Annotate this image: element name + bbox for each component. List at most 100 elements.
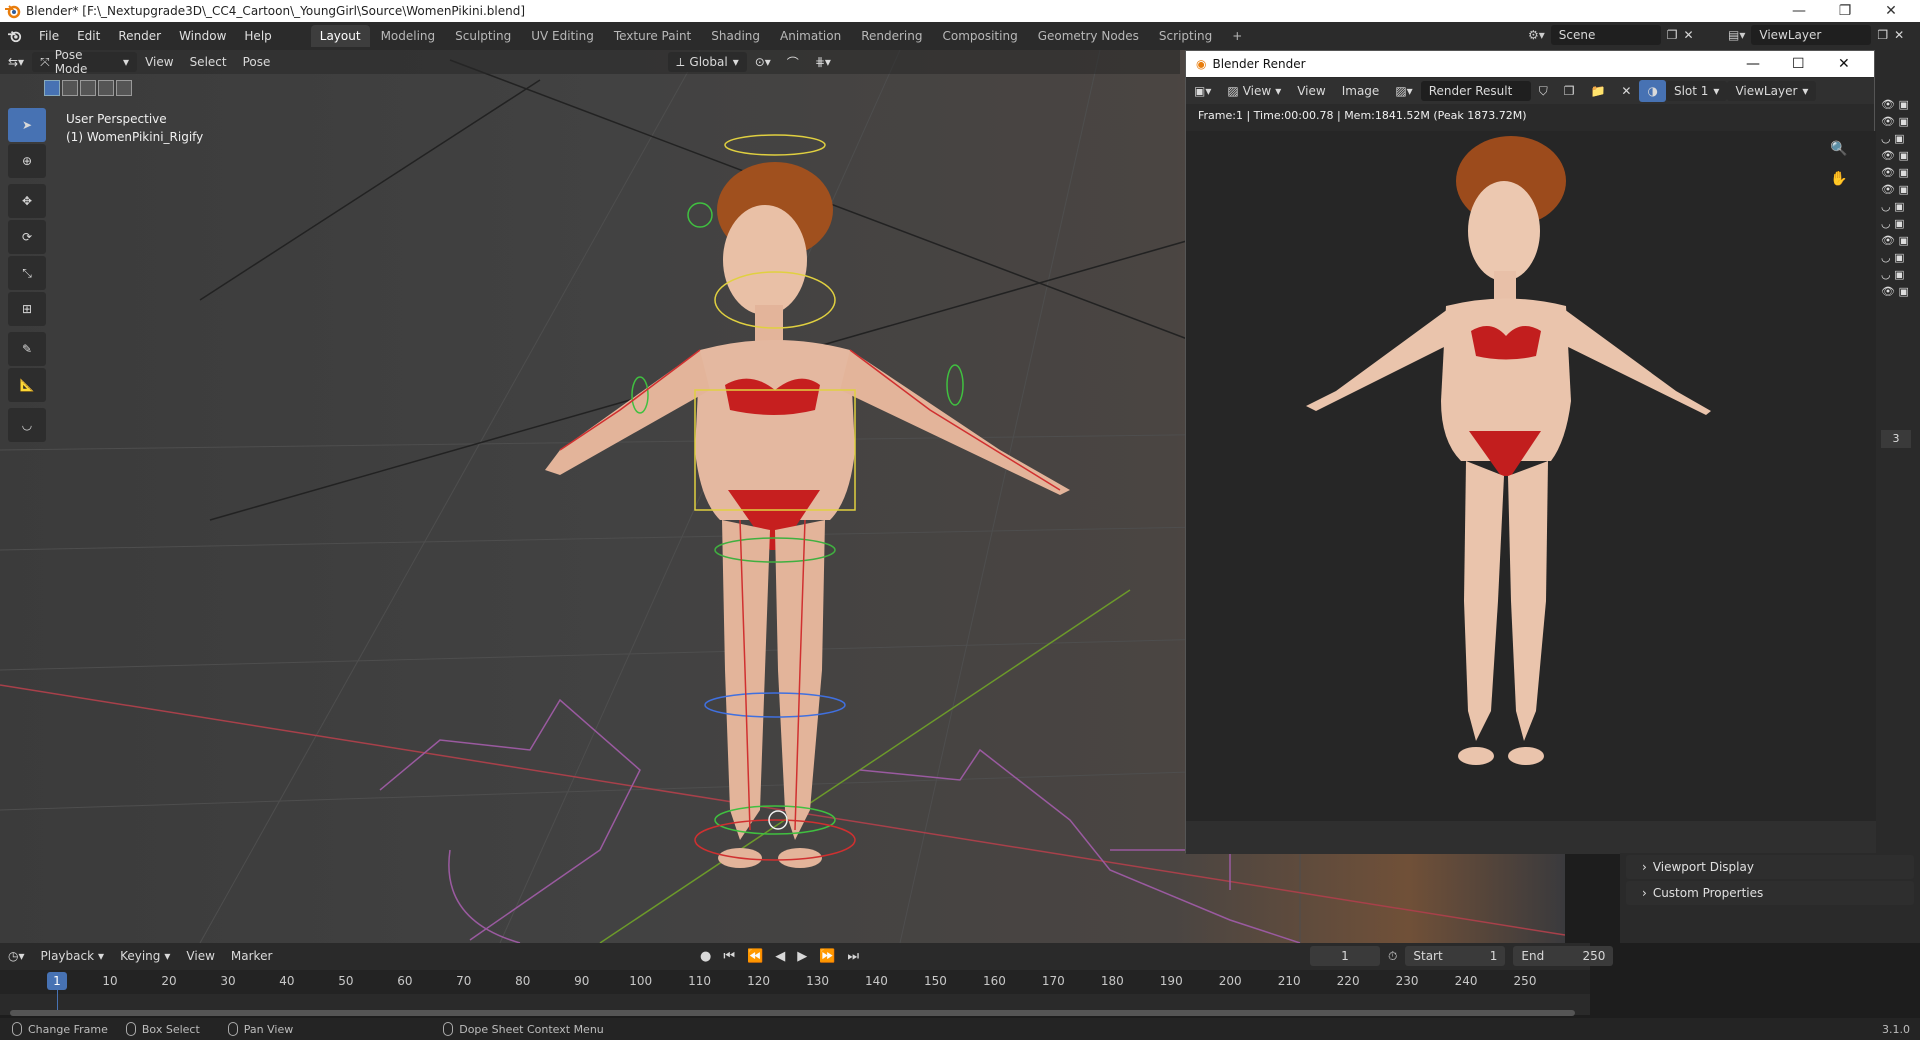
rotate-tool[interactable]: ⟳ — [8, 220, 46, 254]
eye-icon[interactable]: ◡ ▣ — [1881, 268, 1909, 281]
menu-pose[interactable]: Pose — [235, 51, 279, 73]
transform-tool[interactable]: ⊞ — [8, 292, 46, 326]
select-new-icon[interactable] — [44, 80, 60, 96]
current-frame-field[interactable]: 1 — [1310, 946, 1380, 966]
unlink-image-icon[interactable]: ✕ — [1613, 80, 1639, 102]
mode-dropdown[interactable]: ⤧ Pose Mode ▾ — [32, 48, 138, 76]
timeline-ruler[interactable]: 10 20 30 40 50 60 70 80 90 100 110 120 130 140 150 160 1… — [0, 970, 1590, 994]
menu-render[interactable]: Render — [109, 22, 170, 50]
viewlayer-field[interactable]: ViewLayer — [1751, 25, 1872, 45]
end-frame-field[interactable]: End 250 — [1513, 946, 1614, 966]
tab-modeling[interactable]: Modeling — [372, 25, 445, 47]
eye-icon[interactable]: 👁 ▣ — [1881, 285, 1909, 298]
scale-tool[interactable]: ⤡ — [8, 256, 46, 290]
tab-uv-editing[interactable]: UV Editing — [522, 25, 603, 47]
select-invert-icon[interactable] — [98, 80, 114, 96]
select-intersect-icon[interactable] — [116, 80, 132, 96]
eye-icon[interactable]: ◡ ▣ — [1881, 217, 1909, 230]
minimize-button[interactable]: — — [1776, 0, 1822, 22]
menu-marker[interactable]: Marker — [223, 945, 280, 967]
new-scene-icon[interactable]: ❐ — [1667, 28, 1678, 42]
jump-start-icon[interactable]: ⏮ — [723, 949, 735, 964]
prev-keyframe-icon[interactable]: ⏪ — [747, 949, 763, 964]
eye-icon[interactable]: ◡ ▣ — [1881, 132, 1909, 145]
eye-icon[interactable]: 👁 ▣ — [1881, 234, 1909, 247]
editor-type-icon[interactable]: ⇆▾ — [0, 51, 32, 73]
tab-sculpting[interactable]: Sculpting — [446, 25, 520, 47]
snap-settings-icon[interactable]: ⋕▾ — [807, 51, 839, 73]
image-browse-icon[interactable]: ▨▾ — [1387, 80, 1420, 102]
menu-playback[interactable]: Playback ▾ — [33, 945, 113, 967]
play-reverse-icon[interactable]: ◀ — [775, 949, 785, 964]
next-keyframe-icon[interactable]: ⏩ — [819, 949, 835, 964]
menu-window[interactable]: Window — [170, 22, 235, 50]
select-subtract-icon[interactable] — [80, 80, 96, 96]
select-extend-icon[interactable] — [62, 80, 78, 96]
fake-user-icon[interactable]: ⛉ — [1531, 80, 1556, 102]
blender-menu-icon[interactable] — [0, 29, 30, 43]
new-image-icon[interactable]: ❐ — [1556, 80, 1583, 102]
annotate-tool[interactable]: ✎ — [8, 332, 46, 366]
record-icon[interactable]: ● — [700, 949, 711, 964]
eye-icon[interactable]: 👁 ▣ — [1881, 98, 1909, 111]
start-frame-field[interactable]: Start 1 — [1405, 946, 1506, 966]
minimize-button[interactable]: — — [1746, 56, 1760, 72]
menu-image[interactable]: Image — [1334, 80, 1388, 102]
menu-help[interactable]: Help — [235, 22, 280, 50]
open-image-icon[interactable]: 📁 — [1582, 80, 1613, 102]
menu-view[interactable]: View — [1289, 80, 1333, 102]
panel-custom-properties[interactable]: › Custom Properties — [1626, 881, 1914, 905]
play-icon[interactable]: ▶ — [797, 949, 807, 964]
render-result-canvas[interactable]: 🔍 ✋ — [1186, 131, 1876, 821]
playhead[interactable]: 1 — [47, 972, 67, 990]
menu-view[interactable]: View — [178, 945, 222, 967]
tab-animation[interactable]: Animation — [771, 25, 850, 47]
pivot-icon[interactable]: ⊙▾ — [747, 51, 779, 73]
cursor-tool[interactable]: ⊕ — [8, 144, 46, 178]
add-workspace-icon[interactable]: + — [1223, 25, 1251, 47]
menu-edit[interactable]: Edit — [68, 22, 109, 50]
relax-pose-tool[interactable]: ◡ — [8, 408, 46, 442]
tab-scripting[interactable]: Scripting — [1150, 25, 1221, 47]
remove-scene-icon[interactable]: ✕ — [1684, 28, 1694, 42]
tab-geometry-nodes[interactable]: Geometry Nodes — [1029, 25, 1148, 47]
eye-icon[interactable]: 👁 ▣ — [1881, 115, 1909, 128]
menu-keying[interactable]: Keying ▾ — [112, 945, 178, 967]
eye-icon[interactable]: 👁 ▣ — [1881, 149, 1909, 162]
viewlayer-icon[interactable]: ▤▾ — [1728, 28, 1745, 42]
panel-viewport-display[interactable]: › Viewport Display — [1626, 855, 1914, 879]
editor-type-icon[interactable]: ◷▾ — [0, 945, 33, 967]
tab-layout[interactable]: Layout — [310, 25, 370, 47]
tab-compositing[interactable]: Compositing — [933, 25, 1026, 47]
measure-tool[interactable]: 📐 — [8, 368, 46, 402]
close-window-button[interactable]: ✕ — [1838, 56, 1850, 72]
restore-button[interactable]: ❐ — [1822, 0, 1868, 22]
tab-rendering[interactable]: Rendering — [852, 25, 931, 47]
menu-file[interactable]: File — [30, 22, 68, 50]
eye-icon[interactable]: 👁 ▣ — [1881, 183, 1909, 196]
snap-icon[interactable]: ⌒ — [779, 51, 807, 73]
timeline-scrollbar[interactable] — [10, 1010, 1575, 1016]
view-mode-dropdown[interactable]: ▨ View ▾ — [1219, 80, 1289, 102]
tab-shading[interactable]: Shading — [702, 25, 769, 47]
new-viewlayer-icon[interactable]: ❐ — [1877, 28, 1888, 42]
jump-end-icon[interactable]: ⏭ — [847, 949, 859, 964]
close-window-button[interactable]: ✕ — [1868, 0, 1914, 22]
image-name-field[interactable]: Render Result — [1420, 81, 1531, 101]
hand-pan-icon[interactable]: ✋ — [1830, 171, 1847, 187]
viewlayer-dropdown[interactable]: ViewLayer ▾ — [1727, 81, 1817, 101]
menu-view[interactable]: View — [137, 51, 181, 73]
select-box-tool[interactable]: ➤ — [8, 108, 46, 142]
eye-icon[interactable]: ◡ ▣ — [1881, 200, 1909, 213]
tab-texture-paint[interactable]: Texture Paint — [605, 25, 700, 47]
number-field[interactable]: 3 — [1881, 430, 1911, 448]
stopwatch-icon[interactable]: ⏱ — [1388, 949, 1397, 964]
eye-icon[interactable]: 👁 ▣ — [1881, 166, 1909, 179]
menu-select[interactable]: Select — [182, 51, 235, 73]
zoom-icon[interactable]: 🔍 — [1830, 141, 1847, 157]
scene-icon[interactable]: ⚙▾ — [1528, 28, 1545, 42]
remove-viewlayer-icon[interactable]: ✕ — [1894, 28, 1904, 42]
scene-field[interactable]: Scene — [1550, 25, 1661, 45]
overlay-icon[interactable]: ◑ — [1639, 80, 1666, 102]
move-tool[interactable]: ✥ — [8, 184, 46, 218]
